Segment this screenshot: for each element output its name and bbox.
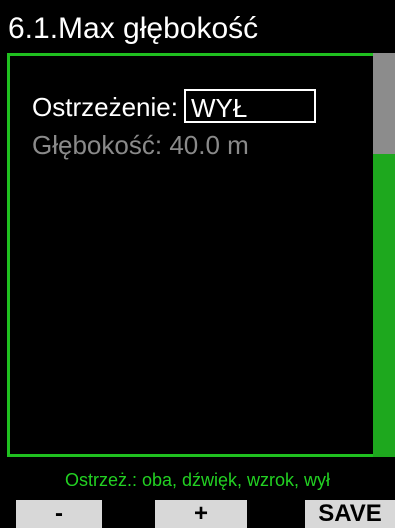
- depth-row: Głębokość: 40.0 m: [32, 130, 249, 160]
- options-hint: Ostrzeż.: oba, dźwięk, wzrok, wył: [64, 470, 331, 490]
- save-button[interactable]: SAVE: [305, 500, 395, 528]
- warning-label: Ostrzeżenie:: [32, 92, 178, 122]
- settings-panel: Ostrzeżenie: WYŁ Głębokość: 40.0 m: [7, 53, 376, 457]
- page-title: 6.1.Max głębokość: [8, 12, 259, 45]
- depth-value: 40.0 m: [169, 130, 249, 160]
- scrollbar-thumb[interactable]: [373, 53, 395, 154]
- decrease-button[interactable]: -: [16, 500, 102, 528]
- depth-label: Głębokość:: [32, 130, 163, 160]
- scrollbar[interactable]: [373, 53, 395, 457]
- warning-value-field[interactable]: WYŁ: [183, 89, 316, 123]
- increase-button[interactable]: +: [155, 500, 247, 528]
- warning-row[interactable]: Ostrzeżenie: WYŁ: [32, 89, 316, 123]
